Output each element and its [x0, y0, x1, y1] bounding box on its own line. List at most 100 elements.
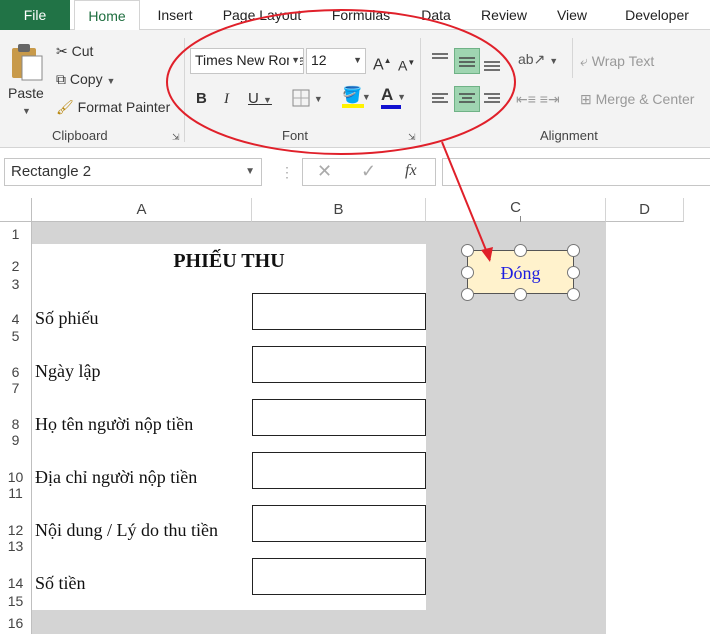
tab-view[interactable]: View: [550, 0, 594, 30]
row-header-16[interactable]: 16: [0, 610, 32, 634]
tab-review[interactable]: Review: [476, 0, 532, 30]
row-header-4[interactable]: 4: [0, 292, 32, 330]
fill-color-swatch: [342, 104, 364, 108]
tab-page-layout[interactable]: Page Layout: [216, 0, 308, 30]
column-header-d[interactable]: D: [606, 198, 684, 222]
chevron-down-icon[interactable]: ▼: [245, 159, 255, 185]
font-group-label: Font: [282, 128, 309, 143]
italic-button[interactable]: I: [224, 90, 229, 108]
formula-buttons: ✕ ✓ fx: [302, 158, 436, 186]
payer-name-input[interactable]: [252, 399, 426, 436]
copy-icon: ⧉: [56, 71, 66, 87]
divider: [420, 38, 421, 142]
merge-icon: ⊞: [580, 91, 592, 107]
indent-buttons[interactable]: ⇤≡ ≡⇥: [516, 90, 560, 108]
chevron-down-icon: ▼: [263, 95, 272, 105]
resize-handle[interactable]: [461, 244, 474, 257]
tab-data[interactable]: Data: [414, 0, 458, 30]
font-size-select[interactable]: 12 ▼: [306, 48, 366, 74]
row-header-2[interactable]: 2: [0, 246, 32, 276]
row-header-7[interactable]: 7: [0, 381, 32, 396]
chevron-down-icon: ▼: [549, 56, 559, 66]
tab-developer[interactable]: Developer: [612, 0, 702, 30]
row-header-14[interactable]: 14: [0, 554, 32, 592]
row-header-13[interactable]: 13: [0, 539, 32, 554]
insert-function-icon[interactable]: fx: [405, 162, 417, 180]
row-header-9[interactable]: 9: [0, 433, 32, 448]
payer-address-input[interactable]: [252, 452, 426, 489]
cancel-icon[interactable]: ✕: [317, 161, 332, 182]
resize-handle[interactable]: [567, 244, 580, 257]
borders-button[interactable]: ▼: [292, 88, 323, 108]
wrap-text-button[interactable]: ⤶ Wrap Text: [580, 52, 654, 70]
merge-center-button[interactable]: ⊞ Merge & Center: [580, 90, 694, 108]
fill-color-button[interactable]: 🪣▼: [342, 86, 371, 108]
column-header-b[interactable]: B: [252, 198, 426, 222]
underline-label: U: [248, 90, 259, 107]
formula-input[interactable]: [442, 158, 710, 186]
amount-input[interactable]: [252, 558, 426, 595]
underline-button[interactable]: U ▼: [248, 90, 272, 109]
alignment-group-label: Alignment: [540, 128, 598, 143]
bold-button[interactable]: B: [196, 90, 207, 108]
paste-button[interactable]: Paste ▼: [8, 42, 48, 122]
chevron-down-icon: ▼: [397, 92, 407, 102]
row-header-6[interactable]: 6: [0, 344, 32, 382]
resize-handle[interactable]: [567, 288, 580, 301]
column-header-c[interactable]: C: [426, 198, 606, 222]
row-header-5[interactable]: 5: [0, 329, 32, 344]
reason-input[interactable]: [252, 505, 426, 542]
resize-handle[interactable]: [461, 266, 474, 279]
chevron-down-icon: ▼: [353, 55, 362, 65]
orientation-button[interactable]: ab↗ ▼: [518, 50, 558, 70]
decrease-indent-icon: ⇤≡: [516, 91, 536, 107]
chevron-down-icon: ▼: [361, 92, 371, 102]
cut-button[interactable]: ✂ Cut: [56, 42, 93, 60]
dialog-launcher-icon[interactable]: ⇲: [172, 128, 180, 146]
tab-home[interactable]: Home: [74, 0, 140, 31]
field-label-date: Ngày lập: [35, 361, 101, 381]
row-header-11[interactable]: 11: [0, 486, 32, 502]
tab-formulas[interactable]: Formulas: [326, 0, 396, 30]
grow-font-button[interactable]: A▲: [373, 52, 392, 74]
row-header-15[interactable]: 15: [0, 592, 32, 610]
more-options-icon: ⋮: [280, 164, 294, 180]
name-box-value: Rectangle 2: [11, 163, 92, 180]
shrink-font-button[interactable]: A▼: [398, 54, 415, 75]
field-label-receipt-no: Số phiếu: [35, 308, 99, 328]
resize-handle[interactable]: [461, 288, 474, 301]
format-painter-button[interactable]: 🖌 Format Painter: [56, 98, 170, 116]
tab-insert[interactable]: Insert: [150, 0, 200, 30]
font-name-select[interactable]: Times New Roman ▼: [190, 48, 304, 74]
orientation-icon: ab↗: [518, 51, 546, 67]
ribbon-tab-bar: File Home Insert Page Layout Formulas Da…: [0, 0, 710, 31]
copy-button[interactable]: ⧉ Copy ▼: [56, 70, 115, 90]
font-color-button[interactable]: A ▼: [381, 86, 406, 109]
resize-handle[interactable]: [514, 244, 527, 257]
receipt-no-input[interactable]: [252, 293, 426, 330]
row-header-10[interactable]: 10: [0, 448, 32, 486]
copy-label: Copy: [69, 71, 103, 87]
resize-handle[interactable]: [514, 288, 527, 301]
font-name-value: Times New Roman: [195, 52, 304, 68]
enter-icon[interactable]: ✓: [361, 161, 376, 182]
date-input[interactable]: [252, 346, 426, 383]
ribbon: Paste ▼ ✂ Cut ⧉ Copy ▼ 🖌 Format Painter …: [0, 30, 710, 148]
row-header-1[interactable]: 1: [0, 222, 32, 246]
select-all-corner[interactable]: [0, 198, 32, 222]
clipboard-icon: [12, 44, 43, 81]
resize-handle[interactable]: [567, 266, 580, 279]
clipboard-group-label: Clipboard: [52, 128, 108, 143]
row-header-3[interactable]: 3: [0, 276, 32, 292]
column-header-a[interactable]: A: [32, 198, 252, 222]
name-box[interactable]: Rectangle 2 ▼: [4, 158, 262, 186]
empty-area: [606, 222, 710, 634]
increase-indent-icon: ≡⇥: [539, 91, 560, 107]
format-painter-label: Format Painter: [77, 99, 171, 115]
tab-file[interactable]: File: [0, 0, 70, 30]
shrink-font-icon: A: [398, 57, 408, 74]
row-header-12[interactable]: 12: [0, 502, 32, 540]
dialog-launcher-icon[interactable]: ⇲: [408, 128, 416, 146]
field-label-amount: Số tiền: [35, 573, 86, 593]
row-header-8[interactable]: 8: [0, 396, 32, 434]
